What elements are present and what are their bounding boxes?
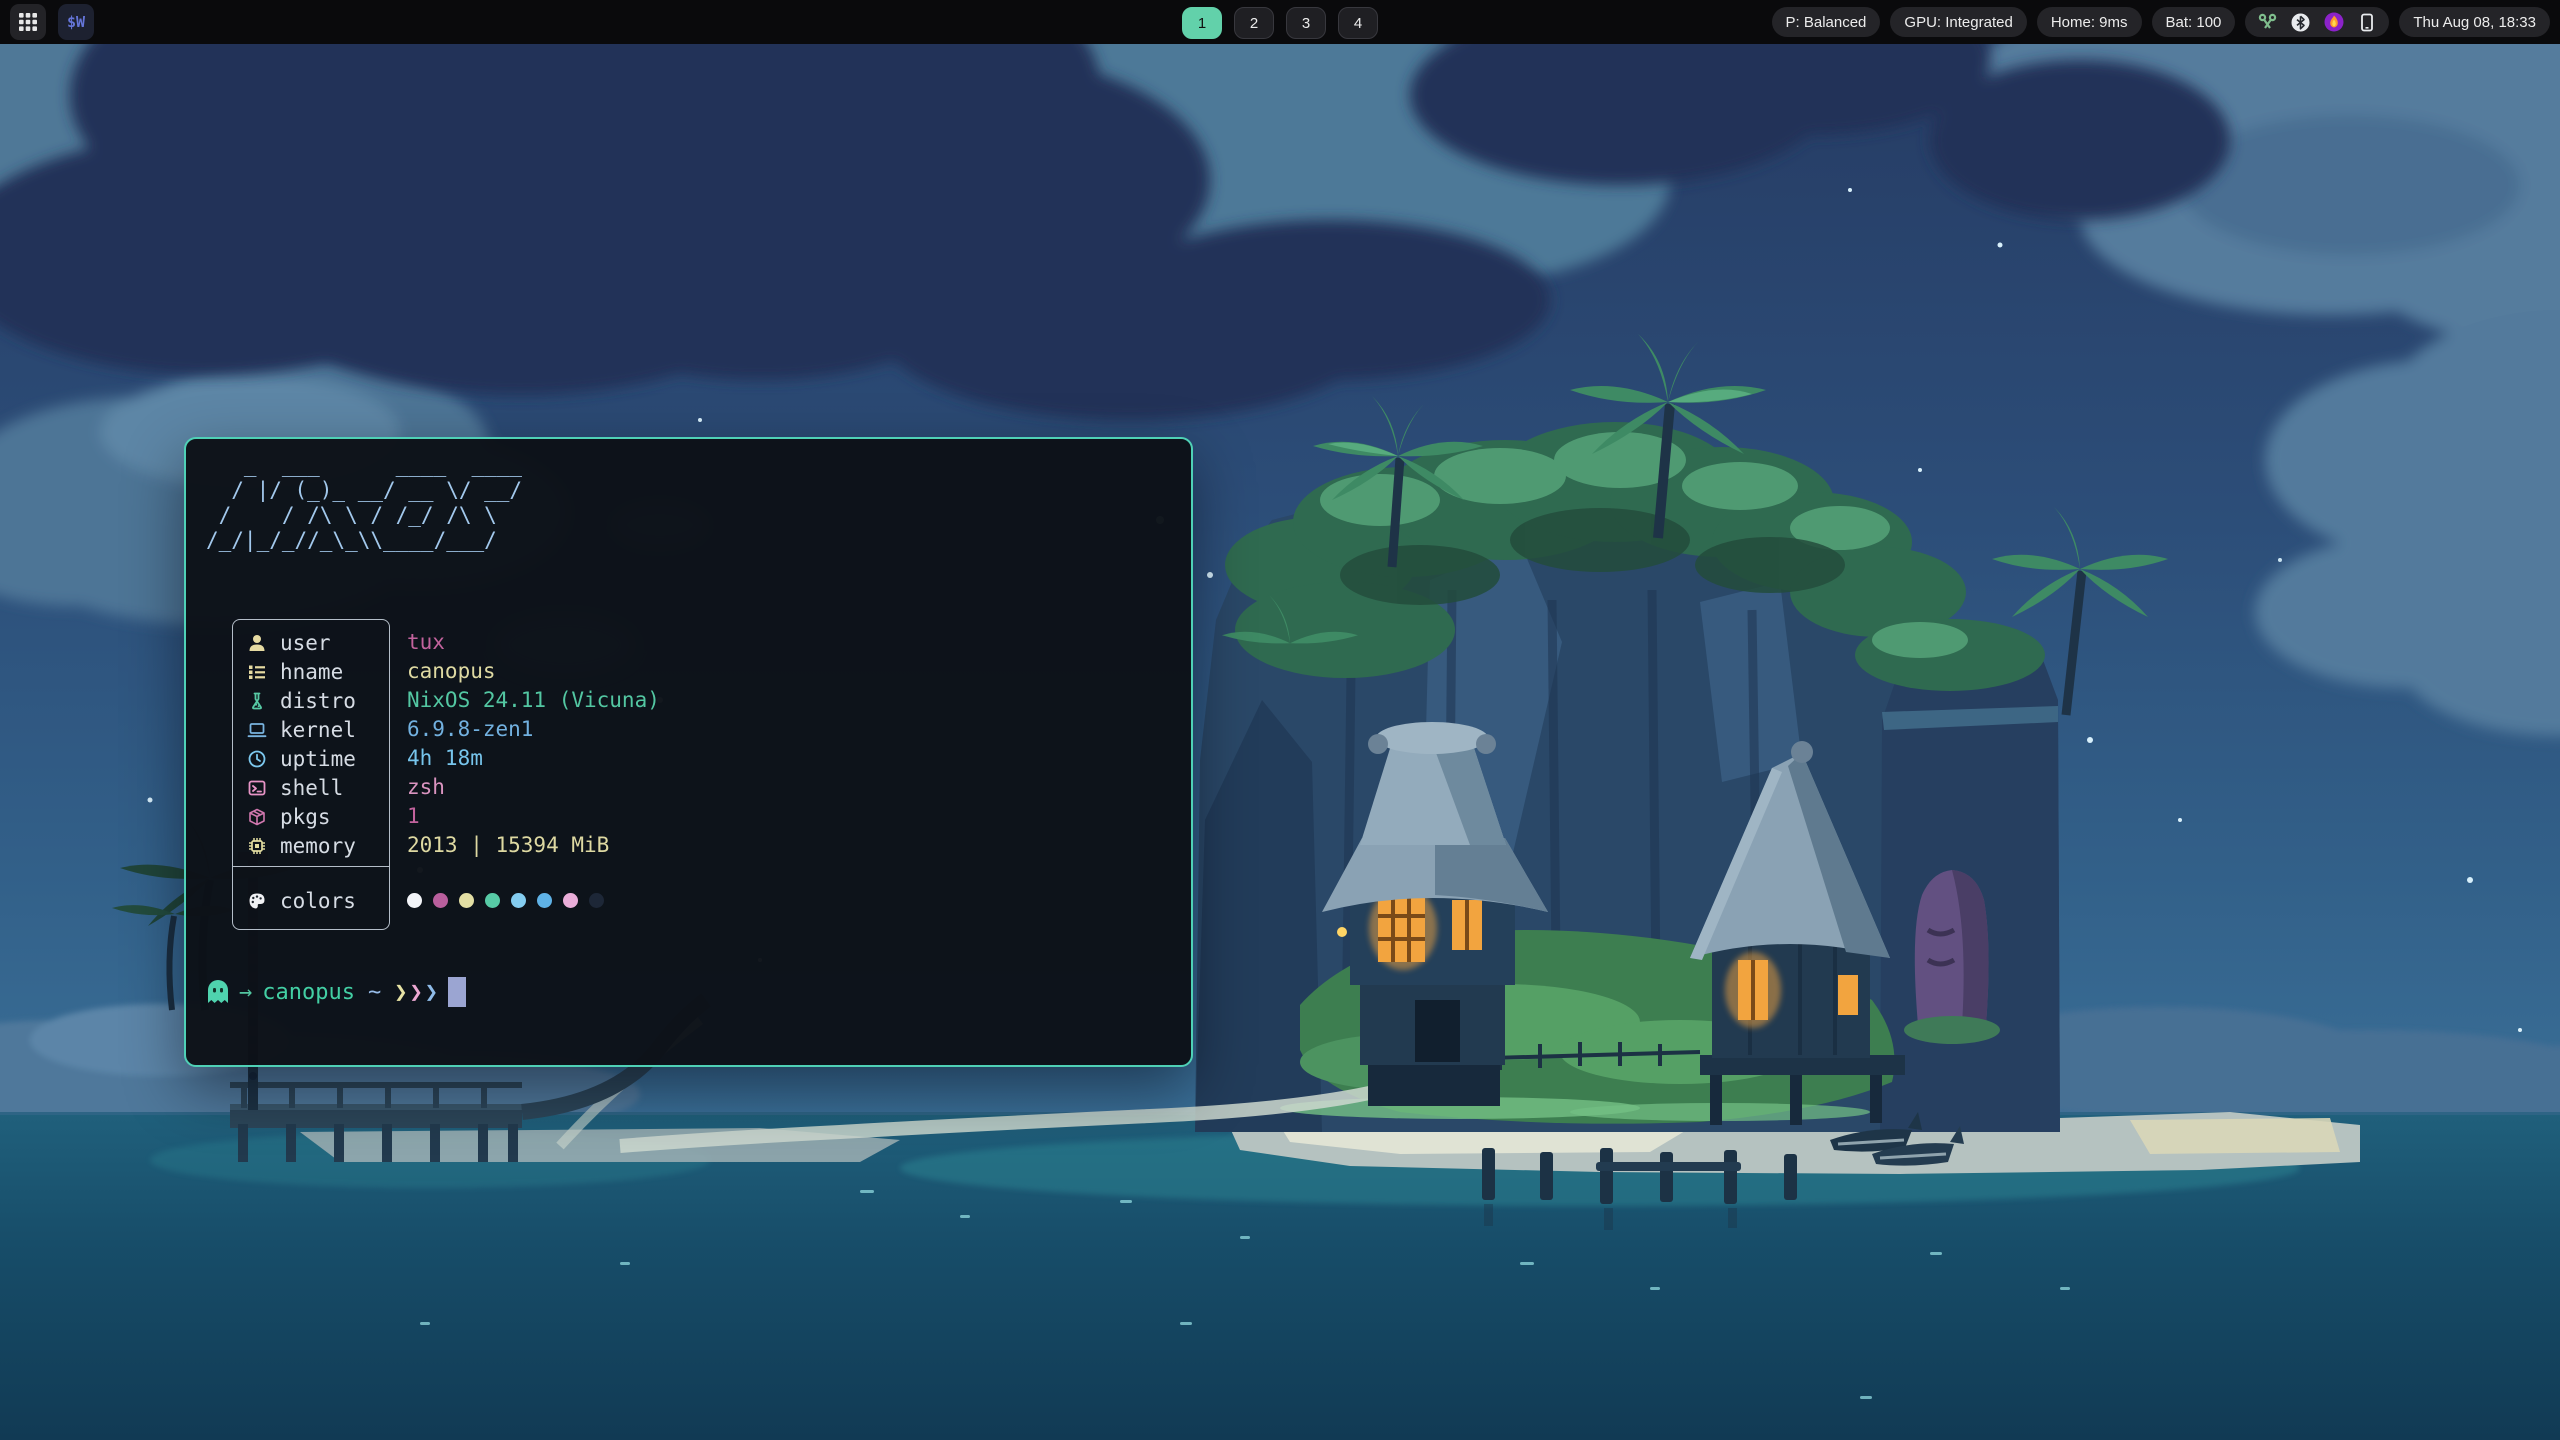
color-swatch bbox=[407, 893, 422, 908]
color-swatch bbox=[563, 893, 578, 908]
text-cursor[interactable] bbox=[448, 977, 466, 1007]
fetch-row-memory: memory bbox=[233, 831, 389, 860]
prompt-path: ~ bbox=[368, 980, 381, 1005]
workspace-4-label: 4 bbox=[1354, 15, 1362, 32]
fetch-label: kernel bbox=[280, 718, 356, 742]
workspace-2-label: 2 bbox=[1250, 15, 1258, 32]
value-distro: NixOS 24.11 (Vicuna) bbox=[407, 685, 660, 714]
fetch-label: memory bbox=[280, 834, 356, 858]
package-icon bbox=[246, 807, 268, 827]
prompt-chevron: ❯ bbox=[409, 980, 422, 1005]
workspace-1-label: 1 bbox=[1198, 15, 1206, 32]
terminal-icon bbox=[246, 778, 268, 798]
fetch-label: user bbox=[280, 631, 331, 655]
power-profile-pill[interactable]: P: Balanced bbox=[1772, 7, 1881, 37]
value-user: tux bbox=[407, 627, 660, 656]
gpu-label: GPU: Integrated bbox=[1904, 14, 2012, 31]
ping-pill[interactable]: Home: 9ms bbox=[2037, 7, 2142, 37]
color-swatch bbox=[589, 893, 604, 908]
workspace-2[interactable]: 2 bbox=[1234, 7, 1274, 39]
flameshot-icon[interactable] bbox=[2324, 12, 2344, 32]
ping-label: Home: 9ms bbox=[2051, 14, 2128, 31]
fetch-row-kernel: kernel bbox=[233, 715, 389, 744]
shell-prompt[interactable]: → canopus ~ ❯ ❯ ❯ bbox=[206, 975, 466, 1009]
clock-pill[interactable]: Thu Aug 08, 18:33 bbox=[2399, 7, 2550, 37]
top-bar: $W 1 2 3 4 P: Balanced GPU: Integrated H… bbox=[0, 0, 2560, 44]
prompt-host: canopus bbox=[262, 980, 355, 1005]
color-swatch bbox=[433, 893, 448, 908]
fetch-label-box: user hname distro kernel uptime bbox=[232, 619, 390, 930]
fetch-row-pkgs: pkgs bbox=[233, 802, 389, 831]
fetch-row-distro: distro bbox=[233, 686, 389, 715]
workspace-1[interactable]: 1 bbox=[1182, 7, 1222, 39]
fetch-info: user hname distro kernel uptime bbox=[232, 619, 660, 930]
system-tray bbox=[2245, 7, 2389, 37]
apps-grid-icon bbox=[19, 13, 37, 31]
topbar-right-group: P: Balanced GPU: Integrated Home: 9ms Ba… bbox=[1772, 7, 2550, 37]
workspace-4[interactable]: 4 bbox=[1338, 7, 1378, 39]
fetch-label: distro bbox=[280, 689, 356, 713]
laptop-icon bbox=[246, 720, 268, 740]
special-workspace-label: $W bbox=[67, 13, 85, 31]
fetch-divider bbox=[233, 866, 389, 867]
ghost-icon bbox=[206, 979, 230, 1005]
prompt-chevron: ❯ bbox=[425, 980, 438, 1005]
value-hname: canopus bbox=[407, 656, 660, 685]
battery-pill[interactable]: Bat: 100 bbox=[2152, 7, 2236, 37]
fetch-row-hname: hname bbox=[233, 657, 389, 686]
fetch-label: uptime bbox=[280, 747, 356, 771]
gpu-pill[interactable]: GPU: Integrated bbox=[1890, 7, 2026, 37]
phone-icon[interactable] bbox=[2358, 13, 2376, 32]
user-icon bbox=[246, 633, 268, 653]
fetch-label: hname bbox=[280, 660, 343, 684]
fetch-label: shell bbox=[280, 776, 343, 800]
flask-icon bbox=[246, 691, 268, 711]
palette-icon bbox=[246, 891, 268, 911]
value-shell: zsh bbox=[407, 772, 660, 801]
workspace-switcher: 1 2 3 4 bbox=[1182, 7, 1378, 39]
value-pkgs: 1 bbox=[407, 801, 660, 830]
value-memory: 2013 | 15394 MiB bbox=[407, 830, 660, 859]
fetch-label: colors bbox=[280, 889, 356, 913]
fetch-row-uptime: uptime bbox=[233, 744, 389, 773]
clock-icon bbox=[246, 749, 268, 769]
chip-icon bbox=[246, 836, 268, 856]
fetch-label: pkgs bbox=[280, 805, 331, 829]
color-swatch bbox=[511, 893, 526, 908]
prompt-chevron: ❯ bbox=[394, 980, 407, 1005]
clock-label: Thu Aug 08, 18:33 bbox=[2413, 14, 2536, 31]
power-profile-label: P: Balanced bbox=[1786, 14, 1867, 31]
topbar-left-group: $W bbox=[10, 4, 94, 40]
prompt-arrow: → bbox=[239, 980, 252, 1005]
value-kernel: 6.9.8-zen1 bbox=[407, 714, 660, 743]
color-swatch bbox=[537, 893, 552, 908]
workspace-3-label: 3 bbox=[1302, 15, 1310, 32]
workspace-3[interactable]: 3 bbox=[1286, 7, 1326, 39]
terminal-color-swatches bbox=[407, 872, 660, 928]
color-swatch bbox=[459, 893, 474, 908]
fetch-row-colors: colors bbox=[233, 873, 389, 929]
app-launcher-button[interactable] bbox=[10, 4, 46, 40]
list-icon bbox=[246, 662, 268, 682]
fetch-values: tux canopus NixOS 24.11 (Vicuna) 6.9.8-z… bbox=[407, 619, 660, 930]
value-uptime: 4h 18m bbox=[407, 743, 660, 772]
fetch-row-shell: shell bbox=[233, 773, 389, 802]
special-workspace-button[interactable]: $W bbox=[58, 4, 94, 40]
color-swatch bbox=[485, 893, 500, 908]
bluetooth-icon[interactable] bbox=[2291, 13, 2310, 32]
fetch-row-user: user bbox=[233, 628, 389, 657]
terminal-window[interactable]: _ ___ ____ ____ / |/ (_)_ __/ __ \/ __/ … bbox=[184, 437, 1193, 1067]
nixos-ascii-logo: _ ___ ____ ____ / |/ (_)_ __/ __ \/ __/ … bbox=[206, 453, 522, 553]
scissors-icon[interactable] bbox=[2258, 13, 2277, 32]
battery-label: Bat: 100 bbox=[2166, 14, 2222, 31]
